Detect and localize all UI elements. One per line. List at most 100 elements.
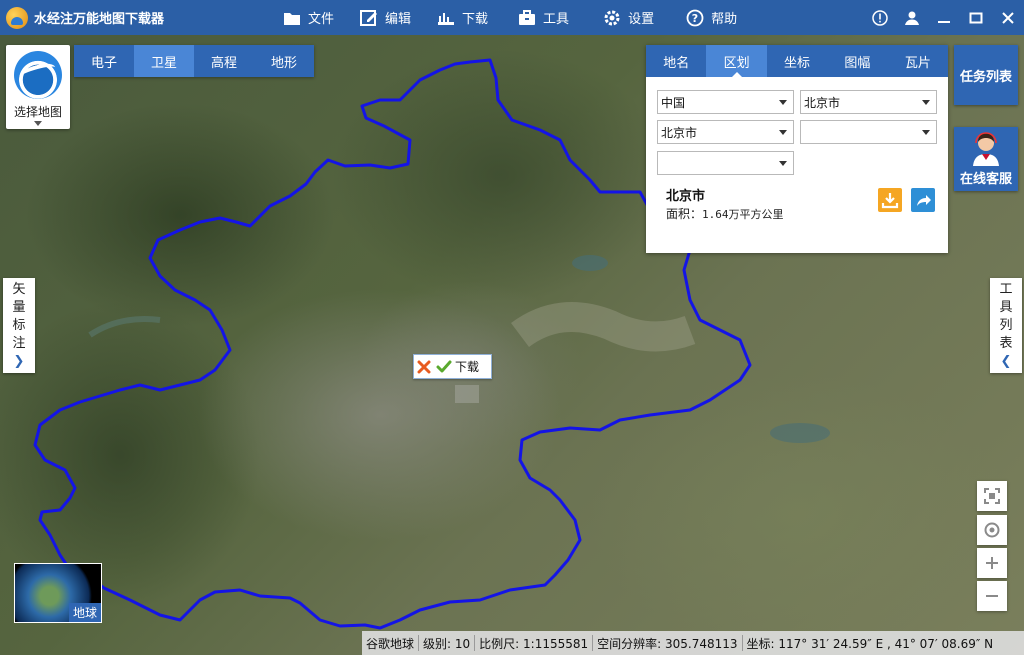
globe-view-button[interactable]: 地球 [14,563,102,623]
region-name: 北京市 [666,189,706,204]
zoom-level: 级别: 10 [419,635,476,651]
tab-place-name[interactable]: 地名 [646,45,706,77]
vector-annotation-tab[interactable]: 矢 量 标 注 ❯ [3,278,35,373]
tab-tile[interactable]: 瓦片 [888,45,948,77]
app-logo-icon [6,6,28,29]
download-bars-icon [438,12,455,25]
chevron-down-icon [34,121,42,126]
chevron-left-icon: ❮ [1000,353,1012,369]
toolbox-icon [519,9,536,25]
district-select[interactable] [800,120,937,144]
region-area-value: 1.64万平方公里 [702,208,784,221]
vector-annotation-char-2: 量 [12,299,26,315]
menu-settings-label: 设置 [628,12,655,27]
download-region-button[interactable] [878,188,902,212]
window-controls [864,0,1024,35]
share-region-button[interactable] [911,188,935,212]
tab-coordinate[interactable]: 坐标 [767,45,827,77]
main-menu: 文件 编辑 下载 工具 设置 ? 帮助 [283,0,737,35]
globe-view-label: 地球 [68,603,101,622]
tool-list-tab[interactable]: 工 具 列 表 ❮ [990,278,1022,373]
tool-list-char-4: 表 [999,335,1013,351]
folder-icon [284,12,300,25]
confirm-download-button[interactable]: 下载 [434,358,479,375]
agent-icon [973,132,999,166]
tab-map-sheet[interactable]: 图幅 [827,45,887,77]
user-icon[interactable] [896,0,928,35]
vector-annotation-char-3: 标 [12,317,26,333]
edit-icon [360,9,378,26]
chevron-down-icon [922,130,930,135]
tool-list-char-2: 具 [999,299,1013,315]
region-area: 面积：1.64万平方公里 [666,205,784,222]
minus-icon [986,595,998,597]
country-select-value: 中国 [661,95,686,110]
help-icon: ? [686,9,704,26]
province-select[interactable]: 北京市 [800,90,937,114]
download-icon [881,193,899,209]
menu-file[interactable]: 文件 [283,0,334,35]
vector-annotation-char-4: 注 [12,335,26,351]
zoom-in-button[interactable] [977,548,1007,578]
download-popup: 下载 [413,354,492,379]
menu-edit-label: 编辑 [385,12,412,27]
chevron-down-icon [922,100,930,105]
province-select-value: 北京市 [804,95,841,110]
task-list-button[interactable]: 任务列表 [954,45,1018,105]
app-title: 水经注万能地图下载器 [34,12,165,27]
menu-help[interactable]: ? 帮助 [686,0,737,35]
check-icon [436,360,452,372]
locate-button[interactable] [977,515,1007,545]
info-icon[interactable] [864,0,896,35]
city-select[interactable]: 北京市 [657,120,794,144]
region-panel-tabs: 地名 区划 坐标 图幅 瓦片 [646,45,948,77]
menu-download[interactable]: 下载 [437,0,488,35]
minimize-icon[interactable] [928,0,960,35]
tool-list-char-1: 工 [999,281,1013,297]
tab-admin-division[interactable]: 区划 [706,45,767,77]
map-source: 谷歌地球 [362,635,420,651]
customer-service-button[interactable]: 在线客服 [954,127,1018,191]
vector-annotation-char-1: 矢 [12,281,26,297]
chevron-down-icon [779,100,787,105]
region-search-panel: 地名 区划 坐标 图幅 瓦片 中国 北京市 北京市 北京市 面积：1.64万平方… [646,45,948,253]
menu-help-label: 帮助 [711,12,738,27]
menu-edit[interactable]: 编辑 [360,0,411,35]
close-icon [417,360,431,373]
chevron-down-icon [779,161,787,166]
menu-tools-label: 工具 [543,12,570,27]
country-select[interactable]: 中国 [657,90,794,114]
map-scale: 比例尺: 1:1155581 [475,635,594,651]
select-map-button[interactable]: 选择地图 [6,45,70,129]
gear-icon [604,10,620,25]
svg-text:?: ? [692,12,698,25]
maximize-icon[interactable] [960,0,992,35]
fullscreen-button[interactable] [977,481,1007,511]
confirm-download-label: 下载 [455,360,480,374]
chevron-right-icon: ❯ [13,353,25,369]
google-earth-icon [14,51,62,99]
plus-icon [986,557,998,569]
zoom-out-button[interactable] [977,581,1007,611]
tab-electronic[interactable]: 电子 [74,45,134,77]
status-bar: 谷歌地球 级别: 10 比例尺: 1:1155581 空间分辨率: 305.74… [362,631,1024,655]
map-type-tabs: 电子 卫星 高程 地形 [74,45,314,77]
tab-satellite[interactable]: 卫星 [134,45,194,77]
share-arrow-icon [917,195,931,206]
menu-file-label: 文件 [308,12,335,27]
cancel-selection-button[interactable] [414,355,434,378]
menu-tools[interactable]: 工具 [518,0,569,35]
tool-list-char-3: 列 [999,317,1013,333]
spatial-resolution: 空间分辨率: 305.748113 [593,635,743,651]
tab-elevation[interactable]: 高程 [194,45,254,77]
menu-settings[interactable]: 设置 [603,0,654,35]
fullscreen-icon [984,488,1000,504]
customer-service-label: 在线客服 [959,172,1012,187]
tab-terrain[interactable]: 地形 [254,45,314,77]
town-select[interactable] [657,151,794,175]
title-bar: 水经注万能地图下载器 文件 编辑 下载 工具 设置 ? 帮助 [0,0,1024,35]
chevron-down-icon [779,130,787,135]
menu-download-label: 下载 [462,12,489,27]
close-icon[interactable] [992,0,1024,35]
cursor-coordinates: 坐标: 117° 31′ 24.59″ E , 41° 07′ 08.69″ N [746,636,994,651]
